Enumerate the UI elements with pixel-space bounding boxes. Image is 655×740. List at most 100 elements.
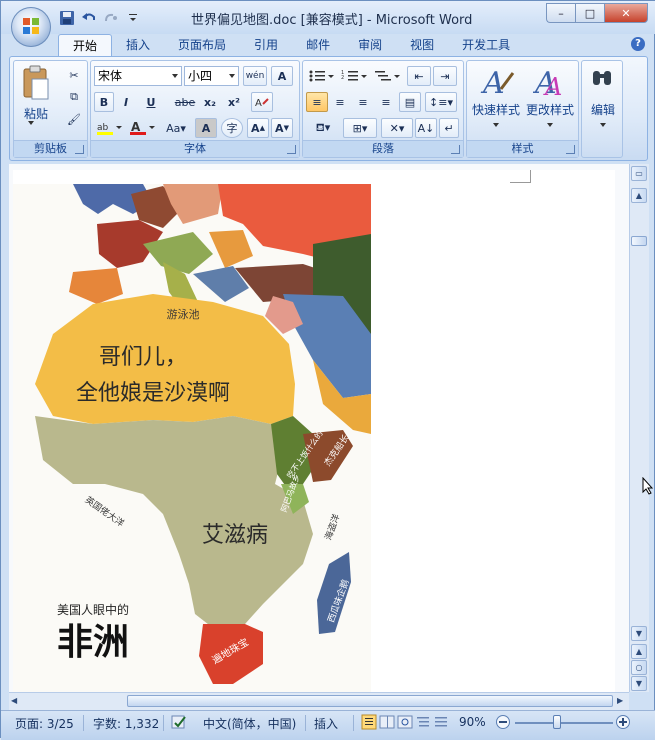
previous-page-icon[interactable]: ▲ xyxy=(631,644,647,659)
borders-icon[interactable]: ⊞▾ xyxy=(343,118,377,138)
change-styles-dropdown-icon[interactable] xyxy=(547,123,553,127)
full-screen-reading-icon[interactable] xyxy=(379,714,395,733)
scroll-right-icon[interactable]: ▶ xyxy=(617,696,623,705)
office-button[interactable] xyxy=(11,7,51,47)
print-layout-view-icon[interactable] xyxy=(361,714,377,733)
insert-mode[interactable]: 插入 xyxy=(314,715,338,732)
quick-styles-label[interactable]: 快速样式 xyxy=(469,101,523,118)
scroll-up-icon[interactable]: ▲ xyxy=(631,188,647,203)
phonetic-guide-button[interactable]: wén xyxy=(243,66,267,86)
proofing-icon[interactable] xyxy=(171,714,189,733)
tab-review[interactable]: 审阅 xyxy=(344,34,396,56)
binoculars-icon[interactable] xyxy=(590,67,614,93)
styles-launcher-icon[interactable] xyxy=(566,145,575,154)
copy-icon[interactable]: ⧉ xyxy=(64,87,84,107)
ruler-toggle-icon[interactable]: ▭ xyxy=(631,166,647,181)
word-count[interactable]: 字数: 1,332 xyxy=(93,715,159,732)
paste-icon[interactable] xyxy=(20,65,52,101)
underline-button[interactable]: U xyxy=(139,92,163,112)
asian-layout-icon[interactable]: ✕▾ xyxy=(381,118,413,138)
superscript-button[interactable]: x² xyxy=(223,92,245,112)
strikethrough-button[interactable]: abe xyxy=(173,92,197,112)
draft-view-icon[interactable] xyxy=(433,714,449,733)
align-center-icon[interactable]: ≡ xyxy=(329,92,351,112)
browse-object-icon[interactable]: ○ xyxy=(631,660,647,675)
align-left-icon[interactable]: ≡ xyxy=(306,92,328,112)
scroll-down-icon[interactable]: ▼ xyxy=(631,626,647,641)
tab-insert[interactable]: 插入 xyxy=(112,34,164,56)
tab-page-layout[interactable]: 页面布局 xyxy=(164,34,240,56)
tab-references[interactable]: 引用 xyxy=(240,34,292,56)
help-icon[interactable]: ? xyxy=(631,37,645,51)
zoom-level[interactable]: 90% xyxy=(459,715,486,729)
customize-qat-icon[interactable] xyxy=(125,10,141,26)
tab-mailings[interactable]: 邮件 xyxy=(292,34,344,56)
font-launcher-icon[interactable] xyxy=(287,145,296,154)
bold-button[interactable]: B xyxy=(94,92,114,112)
enclose-characters-button[interactable]: 字 xyxy=(221,118,243,138)
vertical-scrollbar[interactable]: ▭ ▲ ▼ ▲ ○ ▼ xyxy=(629,164,649,692)
line-spacing-icon[interactable]: ↕≡▾ xyxy=(425,92,457,112)
language-indicator[interactable]: 中文(简体，中国) xyxy=(203,715,296,732)
font-color-button[interactable]: A xyxy=(127,118,157,138)
subscript-button[interactable]: x₂ xyxy=(199,92,221,112)
paste-label[interactable]: 粘贴 xyxy=(20,105,52,122)
next-page-icon[interactable]: ▼ xyxy=(631,676,647,691)
zoom-slider-thumb[interactable] xyxy=(553,715,561,729)
justify-icon[interactable]: ≡ xyxy=(375,92,397,112)
paragraph-launcher-icon[interactable] xyxy=(451,145,460,154)
page-indicator[interactable]: 页面: 3/25 xyxy=(15,715,74,732)
numbering-icon[interactable]: 12 xyxy=(339,66,369,86)
africa-stereotype-map[interactable]: 游泳池 哥们儿， 全他娘是沙漠啊 艾滋病 英国佬大洋 海盗洋 西瓜味企鹅 遍地珠… xyxy=(13,184,371,692)
tab-developer[interactable]: 开发工具 xyxy=(448,34,524,56)
clipboard-launcher-icon[interactable] xyxy=(75,145,84,154)
format-painter-icon[interactable]: 🖌 xyxy=(64,109,84,129)
editing-label[interactable]: 编辑 xyxy=(582,101,624,118)
web-layout-icon[interactable] xyxy=(397,714,413,733)
outline-view-icon[interactable] xyxy=(415,714,431,733)
multilevel-list-icon[interactable] xyxy=(372,66,402,86)
styles-group: A 快速样式 AA 更改样式 样式 xyxy=(466,60,579,158)
save-icon[interactable] xyxy=(59,10,75,26)
quick-styles-icon[interactable]: A xyxy=(479,65,515,101)
align-right-icon[interactable]: ≡ xyxy=(352,92,374,112)
vertical-scroll-thumb[interactable] xyxy=(631,236,647,246)
cut-icon[interactable]: ✂ xyxy=(64,65,84,85)
character-shading-button[interactable]: A xyxy=(195,118,217,138)
change-styles-label[interactable]: 更改样式 xyxy=(523,101,577,118)
change-case-button[interactable]: Aa ▾ xyxy=(161,118,191,138)
minimize-button[interactable]: – xyxy=(546,3,575,23)
distributed-icon[interactable]: ▤ xyxy=(399,92,421,112)
undo-icon[interactable] xyxy=(81,10,97,26)
highlight-color-button[interactable]: ab xyxy=(94,118,124,138)
grow-font-icon[interactable]: A ▲ xyxy=(247,118,269,138)
shrink-font-icon[interactable]: A ▼ xyxy=(271,118,293,138)
quick-styles-dropdown-icon[interactable] xyxy=(493,123,499,127)
zoom-in-icon[interactable] xyxy=(615,714,631,733)
sort-icon[interactable]: A↓ xyxy=(415,118,437,138)
maximize-button[interactable]: □ xyxy=(575,3,604,23)
change-styles-icon[interactable]: AA xyxy=(532,65,569,101)
redo-icon[interactable] xyxy=(103,10,119,26)
font-name-combo[interactable]: 宋体 xyxy=(94,66,182,86)
italic-button[interactable]: I xyxy=(116,92,136,112)
close-button[interactable]: ✕ xyxy=(604,3,648,23)
editing-dropdown-icon[interactable] xyxy=(600,123,606,127)
zoom-out-icon[interactable] xyxy=(495,714,511,733)
clear-formatting-icon[interactable]: A xyxy=(251,92,273,112)
bullets-icon[interactable] xyxy=(306,66,336,86)
increase-indent-icon[interactable]: ⇥ xyxy=(433,66,457,86)
svg-text:A: A xyxy=(255,98,262,109)
paste-dropdown-icon[interactable] xyxy=(28,121,34,125)
font-size-combo[interactable]: 小四 xyxy=(184,66,239,86)
decrease-indent-icon[interactable]: ⇤ xyxy=(407,66,431,86)
show-marks-icon[interactable]: ↵ xyxy=(439,118,459,138)
shading-icon[interactable]: ⛾▾ xyxy=(306,118,340,138)
zoom-slider-track[interactable] xyxy=(515,722,613,724)
tab-home[interactable]: 开始 xyxy=(58,34,113,57)
character-border-button[interactable]: A xyxy=(271,66,293,86)
horizontal-scrollbar[interactable]: ◀ ▶ xyxy=(9,692,629,710)
scroll-left-icon[interactable]: ◀ xyxy=(11,696,17,705)
tab-view[interactable]: 视图 xyxy=(396,34,448,56)
horizontal-scroll-thumb[interactable] xyxy=(127,695,613,707)
